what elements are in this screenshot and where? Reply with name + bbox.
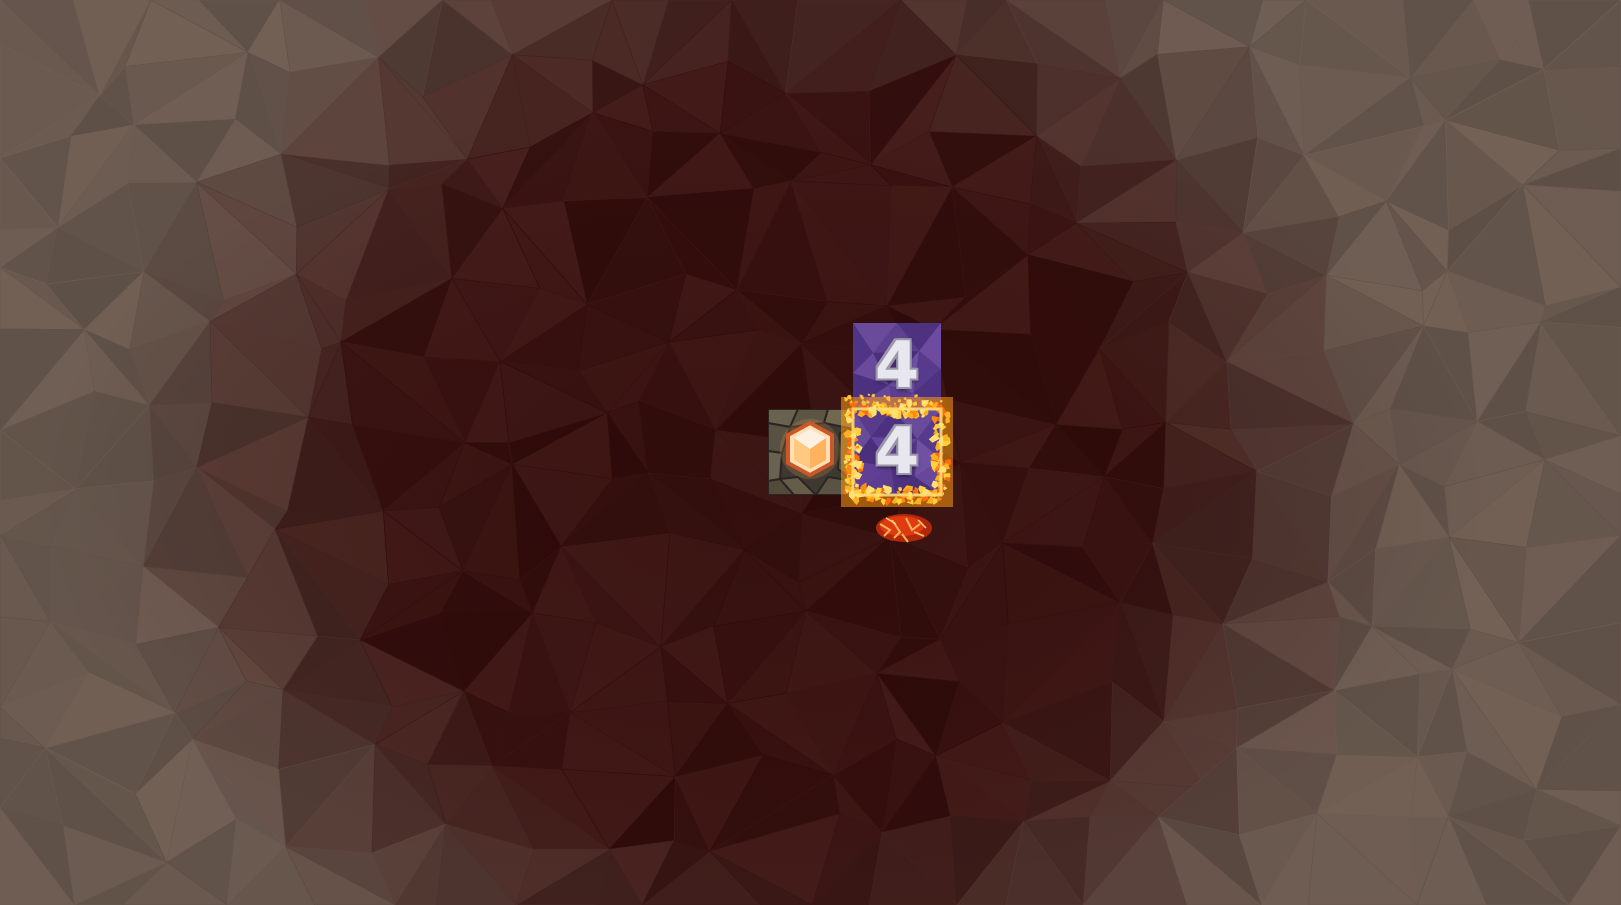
gem-stone-tile[interactable]	[768, 409, 854, 495]
number-tile-top[interactable]: 4	[853, 323, 941, 409]
tile-number-label: 4	[874, 415, 920, 489]
tile-number-label: 4	[874, 329, 920, 403]
number-tile-burning[interactable]: 4	[853, 409, 941, 495]
game-stage: 4 4	[0, 0, 1621, 905]
stone-gem-icon	[768, 409, 854, 495]
